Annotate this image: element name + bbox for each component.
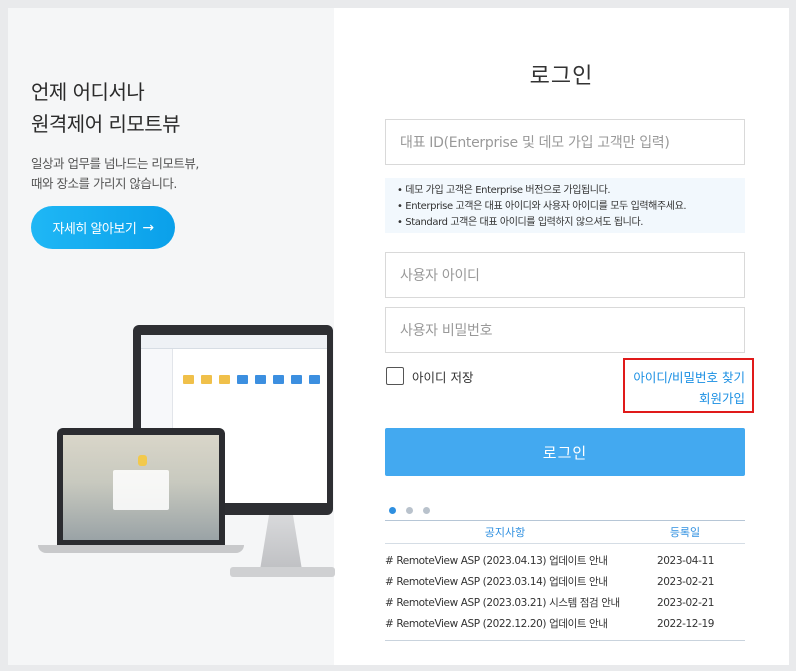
notice-title[interactable]: # RemoteView ASP (2022.12.20) 업데이트 안내 xyxy=(385,616,657,631)
arrow-right-icon: → xyxy=(142,219,154,236)
table-row[interactable]: # RemoteView ASP (2023.03.14) 업데이트 안내 20… xyxy=(385,571,745,592)
promo-headline-line1: 언제 어디서나 xyxy=(31,80,145,104)
notice-table: 공지사항 등록일 # RemoteView ASP (2023.04.13) 업… xyxy=(385,520,745,634)
header-notice: 공지사항 xyxy=(484,526,526,539)
promo-headline: 언제 어디서나 원격제어 리모트뷰 xyxy=(31,76,181,140)
laptop-screen xyxy=(63,435,219,540)
notice-date: 2023-02-21 xyxy=(657,596,715,609)
lock-icon xyxy=(138,455,147,466)
carousel-dot-2[interactable] xyxy=(406,507,413,514)
login-button[interactable]: 로그인 xyxy=(385,428,745,476)
promo-sub-line2: 때와 장소를 가리지 않습니다. xyxy=(31,176,177,191)
remember-id-label[interactable]: 아이디 저장 xyxy=(412,367,473,386)
laptop-base xyxy=(38,545,244,553)
notice-line: • 데모 가입 고객은 Enterprise 버전으로 가입됩니다. xyxy=(397,185,611,196)
monitor-base xyxy=(230,567,335,577)
table-bottom-border xyxy=(385,640,745,641)
notice-table-header: 공지사항 등록일 xyxy=(385,521,745,544)
notice-date: 2023-04-11 xyxy=(657,554,715,567)
table-row[interactable]: # RemoteView ASP (2023.03.21) 시스템 점검 안내 … xyxy=(385,592,745,613)
notice-table-body: # RemoteView ASP (2023.04.13) 업데이트 안내 20… xyxy=(385,544,745,634)
notice-line: • Enterprise 고객은 대표 아이디와 사용자 아이디를 모두 입력해… xyxy=(397,201,687,212)
promo-sub-line1: 일상과 업무를 넘나드는 리모트뷰, xyxy=(31,156,199,171)
table-row[interactable]: # RemoteView ASP (2023.04.13) 업데이트 안내 20… xyxy=(385,550,745,571)
notice-title[interactable]: # RemoteView ASP (2023.03.14) 업데이트 안내 xyxy=(385,574,657,589)
notice-box: • 데모 가입 고객은 Enterprise 버전으로 가입됩니다. • Ent… xyxy=(385,178,745,233)
notice-date: 2023-02-21 xyxy=(657,575,715,588)
promo-subtext: 일상과 업무를 넘나드는 리모트뷰, 때와 장소를 가리지 않습니다. xyxy=(31,154,199,194)
login-title: 로그인 xyxy=(529,64,594,89)
mini-login-dialog xyxy=(113,470,169,510)
learn-more-label: 자세히 알아보기 xyxy=(52,222,137,237)
notice-line: • Standard 고객은 대표 아이디를 입력하지 않으셔도 됩니다. xyxy=(397,217,644,228)
rep-id-input[interactable]: 대표 ID(Enterprise 및 데모 가입 고객만 입력) xyxy=(385,119,745,165)
header-date: 등록일 xyxy=(669,526,701,539)
learn-more-button[interactable]: 자세히 알아보기 → xyxy=(31,206,175,249)
table-row[interactable]: # RemoteView ASP (2022.12.20) 업데이트 안내 20… xyxy=(385,613,745,634)
laptop-illustration xyxy=(57,428,225,546)
highlight-box xyxy=(623,358,754,413)
carousel-dots xyxy=(389,507,430,514)
carousel-dot-1[interactable] xyxy=(389,507,396,514)
password-input[interactable]: 사용자 비밀번호 xyxy=(385,307,745,353)
notice-title[interactable]: # RemoteView ASP (2023.03.21) 시스템 점검 안내 xyxy=(385,595,657,610)
user-id-input[interactable]: 사용자 아이디 xyxy=(385,252,745,298)
promo-headline-line2: 원격제어 리모트뷰 xyxy=(31,112,181,136)
notice-title[interactable]: # RemoteView ASP (2023.04.13) 업데이트 안내 xyxy=(385,553,657,568)
remember-id-checkbox[interactable] xyxy=(386,367,404,385)
notice-date: 2022-12-19 xyxy=(657,617,715,630)
carousel-dot-3[interactable] xyxy=(423,507,430,514)
